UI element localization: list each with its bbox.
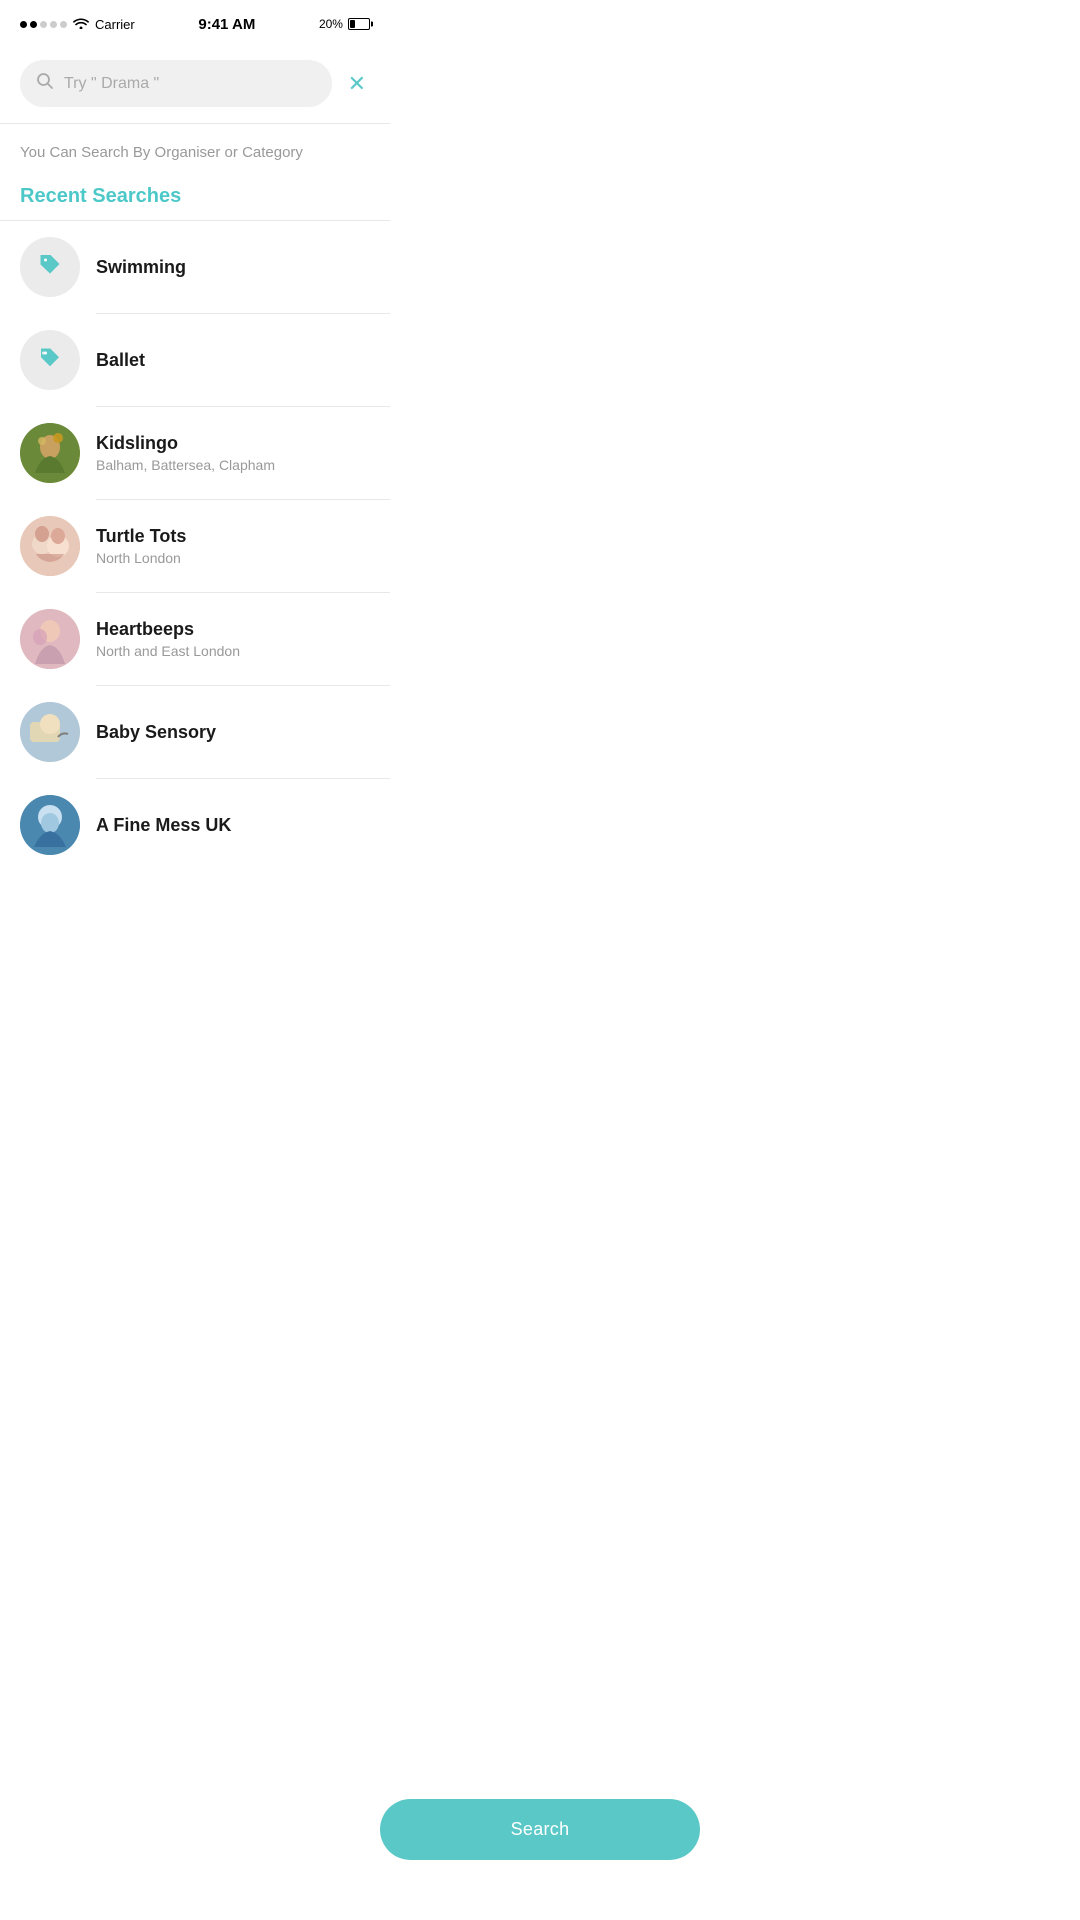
status-right: 20% xyxy=(319,17,370,31)
status-bar: Carrier 9:41 AM 20% xyxy=(0,0,390,44)
status-time: 9:41 AM xyxy=(198,16,255,33)
list-item[interactable]: Heartbeeps North and East London xyxy=(0,593,390,685)
carrier-label: Carrier xyxy=(95,17,135,32)
avatar xyxy=(20,609,80,669)
recent-searches-title: Recent Searches xyxy=(0,169,390,220)
avatar xyxy=(20,237,80,297)
search-placeholder: Try " Drama " xyxy=(64,75,159,93)
item-title: Heartbeeps xyxy=(96,619,240,640)
search-bar-container: Try " Drama " ✕ xyxy=(20,60,370,107)
avatar xyxy=(20,702,80,762)
search-button[interactable]: Search xyxy=(380,1799,700,1860)
search-input-wrapper[interactable]: Try " Drama " xyxy=(20,60,332,107)
avatar xyxy=(20,516,80,576)
item-title: A Fine Mess UK xyxy=(96,815,231,836)
item-text: Ballet xyxy=(96,350,145,371)
battery-icon xyxy=(348,18,370,30)
search-icon xyxy=(36,72,54,95)
item-subtitle: North and East London xyxy=(96,643,240,659)
item-text: Kidslingo Balham, Battersea, Clapham xyxy=(96,433,275,473)
list-item[interactable]: A Fine Mess UK xyxy=(0,779,390,871)
item-title: Turtle Tots xyxy=(96,526,186,547)
avatar xyxy=(20,330,80,390)
list-item[interactable]: Swimming xyxy=(0,221,390,313)
close-icon: ✕ xyxy=(348,71,366,96)
avatar xyxy=(20,423,80,483)
item-text: Turtle Tots North London xyxy=(96,526,186,566)
item-text: Baby Sensory xyxy=(96,722,216,743)
item-title: Kidslingo xyxy=(96,433,275,454)
search-button-container: Search xyxy=(380,1799,700,1860)
search-area: Try " Drama " ✕ xyxy=(0,44,390,123)
battery-percentage: 20% xyxy=(319,17,343,31)
list-item[interactable]: Kidslingo Balham, Battersea, Clapham xyxy=(0,407,390,499)
item-title: Swimming xyxy=(96,257,186,278)
item-subtitle: Balham, Battersea, Clapham xyxy=(96,457,275,473)
item-text: A Fine Mess UK xyxy=(96,815,231,836)
list-item[interactable]: Ballet xyxy=(0,314,390,406)
tag-icon xyxy=(36,343,64,378)
status-left: Carrier xyxy=(20,16,135,32)
search-subtitle: You Can Search By Organiser or Category xyxy=(0,124,390,169)
wifi-icon xyxy=(73,16,89,32)
item-text: Swimming xyxy=(96,257,186,278)
list-item[interactable]: Baby Sensory xyxy=(0,686,390,778)
signal-icon xyxy=(20,21,67,28)
item-title: Baby Sensory xyxy=(96,722,216,743)
list-item[interactable]: Turtle Tots North London xyxy=(0,500,390,592)
item-title: Ballet xyxy=(96,350,145,371)
item-text: Heartbeeps North and East London xyxy=(96,619,240,659)
avatar xyxy=(20,795,80,855)
close-button[interactable]: ✕ xyxy=(344,69,370,99)
tag-icon xyxy=(36,250,64,285)
item-subtitle: North London xyxy=(96,550,186,566)
